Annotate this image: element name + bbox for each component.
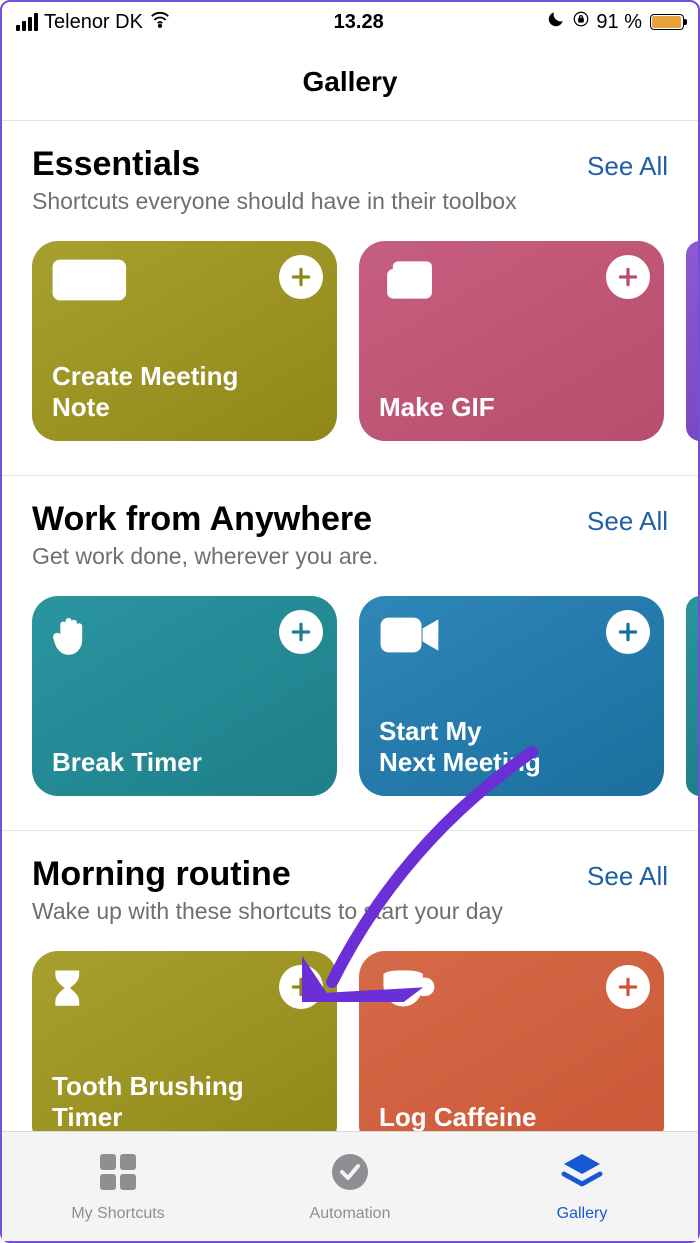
shortcut-card-tooth-brushing-timer[interactable]: Tooth Brushing Timer [32, 951, 337, 1151]
battery-icon [650, 14, 684, 30]
card-label: Tooth Brushing Timer [52, 1071, 317, 1133]
tab-bar: My Shortcuts Automation Gallery [2, 1131, 698, 1241]
battery-pct-label: 91 % [596, 11, 642, 34]
section-title: Work from Anywhere [32, 500, 372, 539]
add-shortcut-button[interactable] [606, 965, 650, 1009]
tab-label: Gallery [557, 1205, 608, 1223]
see-all-link[interactable]: See All [587, 500, 668, 537]
tab-gallery[interactable]: Gallery [466, 1150, 698, 1223]
hand-icon [52, 614, 317, 662]
status-right: 91 % [546, 9, 684, 35]
status-bar: Telenor DK 13.28 91 % [2, 2, 698, 42]
section-subtitle: Get work done, wherever you are. [32, 543, 698, 570]
card-label: Break Timer [52, 747, 317, 778]
section-subtitle: Wake up with these shortcuts to start yo… [32, 898, 698, 925]
page-title: Gallery [2, 42, 698, 121]
hourglass-icon [52, 969, 317, 1017]
see-all-link[interactable]: See All [587, 145, 668, 182]
card-label: Log Caffeine [379, 1102, 644, 1133]
section-morning-routine: Morning routine See All Wake up with the… [2, 831, 698, 1151]
status-left: Telenor DK [16, 8, 171, 36]
shortcut-card-create-meeting-note[interactable]: Create Meeting Note [32, 241, 337, 441]
see-all-link[interactable]: See All [587, 855, 668, 892]
tab-my-shortcuts[interactable]: My Shortcuts [2, 1150, 234, 1223]
section-title: Morning routine [32, 855, 291, 894]
card-label: Make GIF [379, 392, 644, 423]
coffee-icon [379, 969, 644, 1017]
section-subtitle: Shortcuts everyone should have in their … [32, 188, 698, 215]
cellular-signal-icon [16, 13, 38, 31]
photos-icon [379, 259, 644, 307]
section-title: Essentials [32, 145, 200, 184]
tab-automation[interactable]: Automation [234, 1150, 466, 1223]
add-shortcut-button[interactable] [279, 965, 323, 1009]
tab-label: Automation [310, 1205, 391, 1223]
grid-icon [96, 1150, 140, 1199]
layers-icon [560, 1150, 604, 1199]
peek-card-right[interactable] [686, 241, 698, 441]
shortcut-card-start-next-meeting[interactable]: Start My Next Meeting [359, 596, 664, 796]
tab-label: My Shortcuts [71, 1205, 164, 1223]
card-label: Create Meeting Note [52, 361, 317, 423]
do-not-disturb-icon [546, 9, 566, 35]
keyboard-icon [52, 259, 317, 307]
shortcut-card-log-caffeine[interactable]: Log Caffeine [359, 951, 664, 1151]
add-shortcut-button[interactable] [606, 610, 650, 654]
cards-row[interactable]: Tooth Brushing Timer Log Caffeine [32, 951, 698, 1151]
shortcut-card-make-gif[interactable]: Make GIF [359, 241, 664, 441]
content-scroll[interactable]: Essentials See All Shortcuts everyone sh… [2, 121, 698, 1151]
clock-label: 13.28 [334, 11, 384, 34]
add-shortcut-button[interactable] [279, 610, 323, 654]
peek-card-right[interactable] [686, 596, 698, 796]
orientation-lock-icon [572, 10, 590, 34]
cards-row[interactable]: Create Meeting Note Make GIF [32, 241, 698, 475]
shortcut-card-break-timer[interactable]: Break Timer [32, 596, 337, 796]
section-work-from-anywhere: Work from Anywhere See All Get work done… [2, 476, 698, 831]
carrier-label: Telenor DK [44, 11, 143, 34]
video-icon [379, 614, 644, 662]
cards-row[interactable]: Break Timer Start My Next Meeting [32, 596, 698, 830]
wifi-icon [149, 8, 171, 36]
section-essentials: Essentials See All Shortcuts everyone sh… [2, 121, 698, 476]
clock-check-icon [328, 1150, 372, 1199]
add-shortcut-button[interactable] [606, 255, 650, 299]
card-label: Start My Next Meeting [379, 716, 644, 778]
add-shortcut-button[interactable] [279, 255, 323, 299]
